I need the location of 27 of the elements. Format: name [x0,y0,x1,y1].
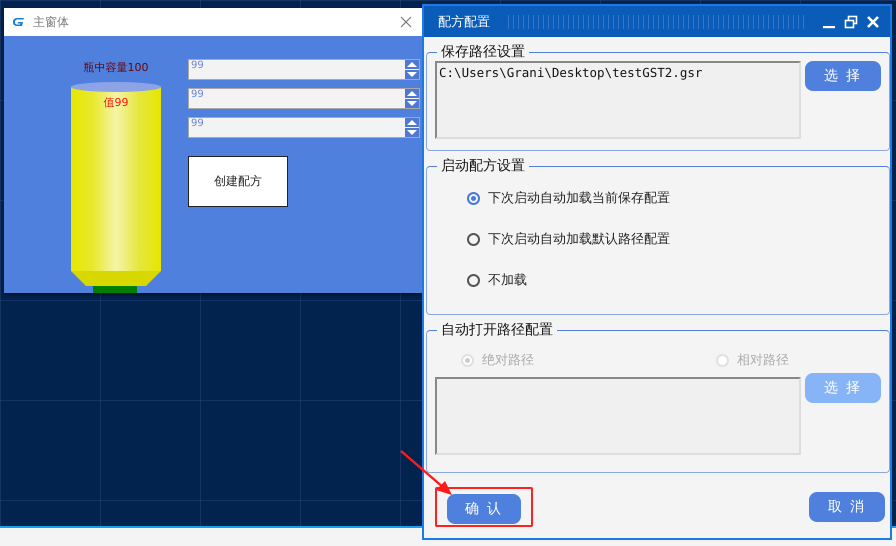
cancel-button[interactable]: 取 消 [809,492,885,522]
close-icon[interactable] [400,16,412,28]
create-recipe-button[interactable]: 创建配方 [188,156,288,207]
restore-icon[interactable] [844,14,858,28]
radio-option[interactable]: 下次启动自动加载默认路径配置 [467,228,881,250]
up-arrow-icon[interactable] [405,89,419,98]
spin-box[interactable]: 99 [188,59,420,80]
logo-icon [12,16,26,28]
up-arrow-icon[interactable] [405,60,419,69]
up-arrow-icon[interactable] [405,118,419,127]
down-arrow-icon[interactable] [405,70,419,79]
down-arrow-icon[interactable] [405,99,419,108]
select-button[interactable]: 选 择 [805,61,881,91]
dialog-title: 配方配置 [438,14,490,30]
down-arrow-icon[interactable] [405,128,419,137]
capacity-label: 瓶中容量100 [84,60,148,75]
confirm-button[interactable]: 确 认 [447,494,521,524]
spin-box[interactable]: 99 [188,117,420,138]
group-title: 自动打开路径配置 [440,321,554,339]
path-field[interactable]: C:\Users\Grani\Desktop\testGST2.gsr [435,61,801,139]
radio-option[interactable]: 下次启动自动加载当前保存配置 [467,187,881,209]
spin-box[interactable]: 99 [188,88,420,109]
radio-option[interactable]: 不加载 [467,269,881,291]
group-title: 启动配方设置 [440,157,526,175]
window-title: 主窗体 [33,14,70,30]
group-title: 保存路径设置 [440,43,526,61]
value-label: 值99 [102,95,130,110]
